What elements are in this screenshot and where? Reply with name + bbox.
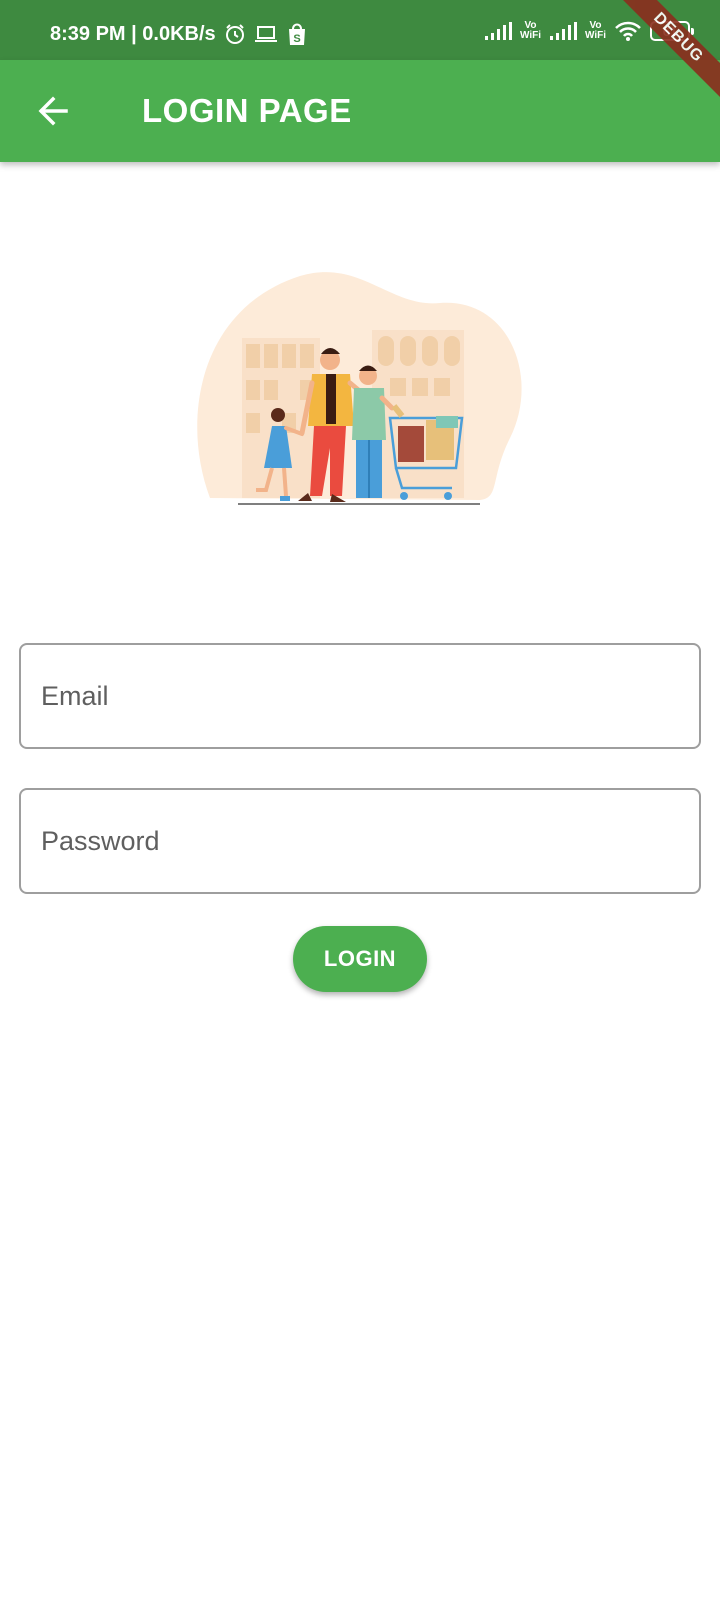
alarm-icon bbox=[224, 23, 246, 45]
app-bar: LOGIN PAGE bbox=[0, 60, 720, 162]
wifi-icon bbox=[614, 20, 642, 42]
vowifi-label-bottom: WiFi bbox=[519, 30, 541, 41]
password-field[interactable] bbox=[19, 788, 701, 894]
back-button[interactable] bbox=[26, 84, 80, 138]
shopping-illustration bbox=[197, 272, 522, 505]
signal-icon bbox=[484, 21, 512, 41]
status-bar: 8:39 PM | 0.0KB/s S Vo WiFi Vo WiFi 61 bbox=[0, 0, 720, 60]
svg-text:S: S bbox=[293, 33, 300, 45]
arrow-back-icon bbox=[38, 96, 68, 126]
page-title: LOGIN PAGE bbox=[142, 92, 352, 129]
status-time-speed: 8:39 PM | 0.0KB/s bbox=[50, 22, 216, 45]
email-input[interactable] bbox=[21, 645, 699, 747]
password-input[interactable] bbox=[21, 790, 699, 892]
status-left: 8:39 PM | 0.0KB/s S bbox=[50, 22, 308, 46]
battery-icon: 61 bbox=[650, 21, 694, 41]
vowifi-label-bottom: WiFi bbox=[584, 30, 606, 41]
vowifi-icon: Vo WiFi bbox=[520, 21, 541, 41]
status-right: Vo WiFi Vo WiFi 61 bbox=[484, 20, 694, 42]
email-field[interactable] bbox=[19, 643, 701, 749]
signal-icon bbox=[549, 21, 577, 41]
shop-icon: S bbox=[286, 22, 308, 46]
laptop-icon bbox=[254, 24, 278, 44]
vowifi-icon: Vo WiFi bbox=[585, 21, 606, 41]
login-button[interactable]: LOGIN bbox=[293, 926, 427, 992]
